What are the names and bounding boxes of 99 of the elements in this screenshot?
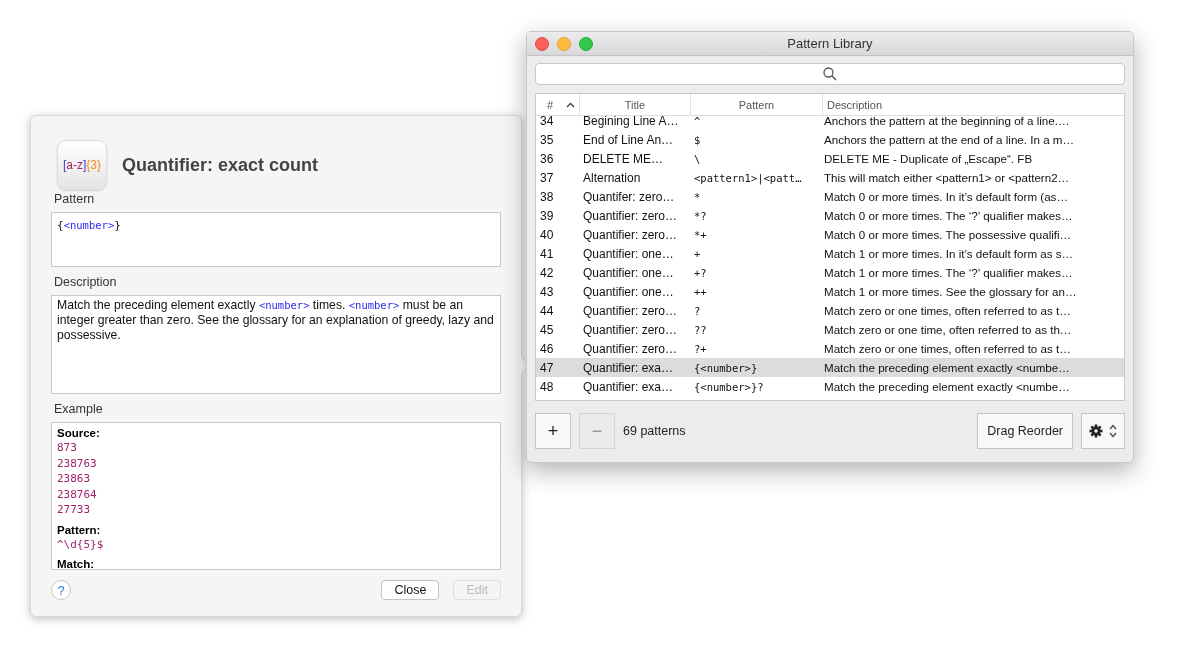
table-cell-text: This will match either <pattern1> or <pattern2… (824, 171, 1071, 184)
table-row[interactable]: 36 DELETE ME… \ DELETE ME - Duplicate of „Escape“. FB (536, 149, 1124, 168)
table-cell-text: Quantifier: exa… (583, 379, 675, 394)
table-cell-text: 47 (539, 360, 555, 375)
pattern-title: Quantifier: exact count (122, 154, 319, 176)
table-cell-text: *? (694, 209, 708, 222)
description-field[interactable]: Match the preceding element exactly <number> times. <number> must be an integer greater than zero. See the glossary for an explanation of greedy, lazy and possessive. (51, 295, 501, 394)
table-cell-text: Match 1 or more times. In it’s default form as s… (824, 247, 1075, 260)
table-cell-text: Match 1 or more times. See the glossary for an… (824, 285, 1078, 298)
table-cell-text: ^ (694, 114, 702, 127)
field-label: Example (54, 402, 104, 416)
drag-reorder-button[interactable]: Drag Reorder (977, 413, 1073, 449)
table-cell-text: Anchors the pattern at the beginning of a line.… (824, 114, 1071, 127)
table-cell-text: 40 (539, 227, 555, 242)
stepper-icon (1109, 424, 1117, 438)
pattern-field[interactable]: {<number>} (51, 212, 501, 267)
table-cell-text: Alternation (583, 170, 642, 185)
example-field[interactable]: Source: 873 238763 23863 238764 27733 Pattern: ^\d{5}$ Match: (51, 422, 501, 570)
table-cell-text: Match the preceding element exactly <numbe… (824, 380, 1071, 393)
table-cell-text: DELETE ME… (583, 151, 664, 166)
table-cell-text: Match zero or one times, often referred to as t… (824, 304, 1072, 317)
help-button[interactable]: ? (51, 580, 71, 600)
pattern-count: 69 patterns (623, 424, 686, 438)
table-cell-text: ? (694, 304, 702, 317)
table-cell-text: 35 (539, 132, 555, 147)
field-label: Pattern (54, 192, 96, 206)
table-cell-text: Match zero or one time, often referred to as th… (824, 323, 1073, 336)
table-cell-text: Quantifier: one… (583, 246, 675, 261)
table-cell-text: 42 (539, 265, 555, 280)
table-cell-text: Match 0 or more times. In it’s default form (as… (824, 190, 1069, 203)
table-cell-text: 46 (539, 341, 555, 356)
table-row[interactable]: 47 Quantifier: exa… {<number>} Match the preceding element exactly <numbe… (536, 358, 1124, 377)
table-cell-text: Quantifier: zero… (583, 227, 679, 242)
table-row[interactable]: 43 Quantifier: one… ++ Match 1 or more times. See the glossary for an… (536, 282, 1124, 301)
table-cell-text: Quantifier: one… (583, 265, 675, 280)
gear-icon (1089, 424, 1103, 438)
field-label: Description (54, 275, 118, 289)
table-cell-text: 39 (539, 208, 555, 223)
table-cell-text: $ (694, 133, 702, 146)
table-cell-text: ?+ (694, 342, 708, 355)
table-cell-text: 34 (539, 113, 555, 128)
table-cell-text: DELETE ME - Duplicate of „Escape“. FB (824, 152, 1034, 165)
table-cell-text: <pattern1>|<patt… (694, 171, 803, 184)
search-field[interactable] (535, 63, 1125, 85)
table-cell-text: Quantifier: exa… (583, 360, 675, 375)
table-row[interactable]: 40 Quantifier: zero… *+ Match 0 or more times. The possessive qualifi… (536, 225, 1124, 244)
table-cell-text: ?? (694, 323, 708, 336)
table-cell-text: Quantifier: zero… (583, 303, 679, 318)
table-cell-text: 43 (539, 284, 555, 299)
table-row[interactable]: 46 Quantifier: zero… ?+ Match zero or one times, often referred to as t… (536, 339, 1124, 358)
close-light[interactable] (535, 37, 549, 51)
table-row[interactable]: 44 Quantifier: zero… ? Match zero or one times, often referred to as t… (536, 301, 1124, 320)
table-row[interactable]: 38 Quantifer: zero… * Match 0 or more times. In it’s default form (as… (536, 187, 1124, 206)
table-cell-text: 44 (539, 303, 555, 318)
app-icon: [a-z]{3} (57, 140, 107, 190)
table-cell-text: Match 0 or more times. The possessive qualifi… (824, 228, 1073, 241)
table-row[interactable]: 45 Quantifier: zero… ?? Match zero or one time, often referred to as th… (536, 320, 1124, 339)
close-button[interactable]: Close (381, 580, 440, 600)
table-cell-text: + (694, 247, 702, 260)
table-cell-text: 37 (539, 170, 555, 185)
table-cell-text: {<number>}? (694, 380, 765, 393)
column-header[interactable]: Pattern (691, 94, 823, 115)
table-cell-text: Quantifier: zero… (583, 208, 679, 223)
table-cell-text: *+ (694, 228, 708, 241)
table-cell-text: Begining Line A… (583, 113, 680, 128)
table-cell-text: Quantifier: zero… (583, 341, 679, 356)
table-cell-text: ++ (694, 285, 708, 298)
table-row[interactable]: 37 Alternation <pattern1>|<patt… This will match either <pattern1> or <pattern2… (536, 168, 1124, 187)
table-cell-text: Match 0 or more times. The ‘?’ qualifier makes… (824, 209, 1074, 222)
column-header[interactable]: Title (580, 94, 691, 115)
table-cell-text: Quantifier: one… (583, 284, 675, 299)
window-title: Pattern Library (787, 36, 873, 51)
gear-menu-button[interactable] (1081, 413, 1125, 449)
zoom-light[interactable] (579, 37, 593, 51)
table-row[interactable]: 42 Quantifier: one… +? Match 1 or more times. The ‘?’ qualifier makes… (536, 263, 1124, 282)
table-cell-text: Match zero or one times, often referred to as t… (824, 342, 1072, 355)
table-cell-text: 38 (539, 189, 555, 204)
table-row[interactable]: 39 Quantifier: zero… *? Match 0 or more times. The ‘?’ qualifier makes… (536, 206, 1124, 225)
add-button[interactable]: + (535, 413, 571, 449)
table-row[interactable]: 48 Quantifier: exa… {<number>}? Match the preceding element exactly <numbe… (536, 377, 1124, 396)
table-cell-text: {<number>} (694, 361, 759, 374)
table-cell-text: 48 (539, 379, 555, 394)
search-icon (823, 67, 837, 81)
table-cell-text: Anchors the pattern at the end of a line. In a m… (824, 133, 1076, 146)
table-cell-text: * (694, 190, 702, 203)
table-cell-text: \ (694, 152, 702, 165)
table-cell-text: 36 (539, 151, 555, 166)
table-cell-text: 45 (539, 322, 555, 337)
column-header[interactable]: # (536, 94, 580, 115)
table-cell-text: 41 (539, 246, 555, 261)
table-row[interactable]: 35 End of Line An… $ Anchors the pattern at the end of a line. In a m… (536, 130, 1124, 149)
table-row[interactable]: 41 Quantifier: one… + Match 1 or more times. In it’s default form as s… (536, 244, 1124, 263)
table-cell-text: Quantifier: zero… (583, 322, 679, 337)
table-cell-text: End of Line An… (583, 132, 675, 147)
minimize-light[interactable] (557, 37, 571, 51)
table-cell-text: Match the preceding element exactly <numbe… (824, 361, 1071, 374)
table-cell-text: Quantifer: zero… (583, 189, 676, 204)
table-cell-text: +? (694, 266, 708, 279)
table-cell-text: Match 1 or more times. The ‘?’ qualifier makes… (824, 266, 1074, 279)
